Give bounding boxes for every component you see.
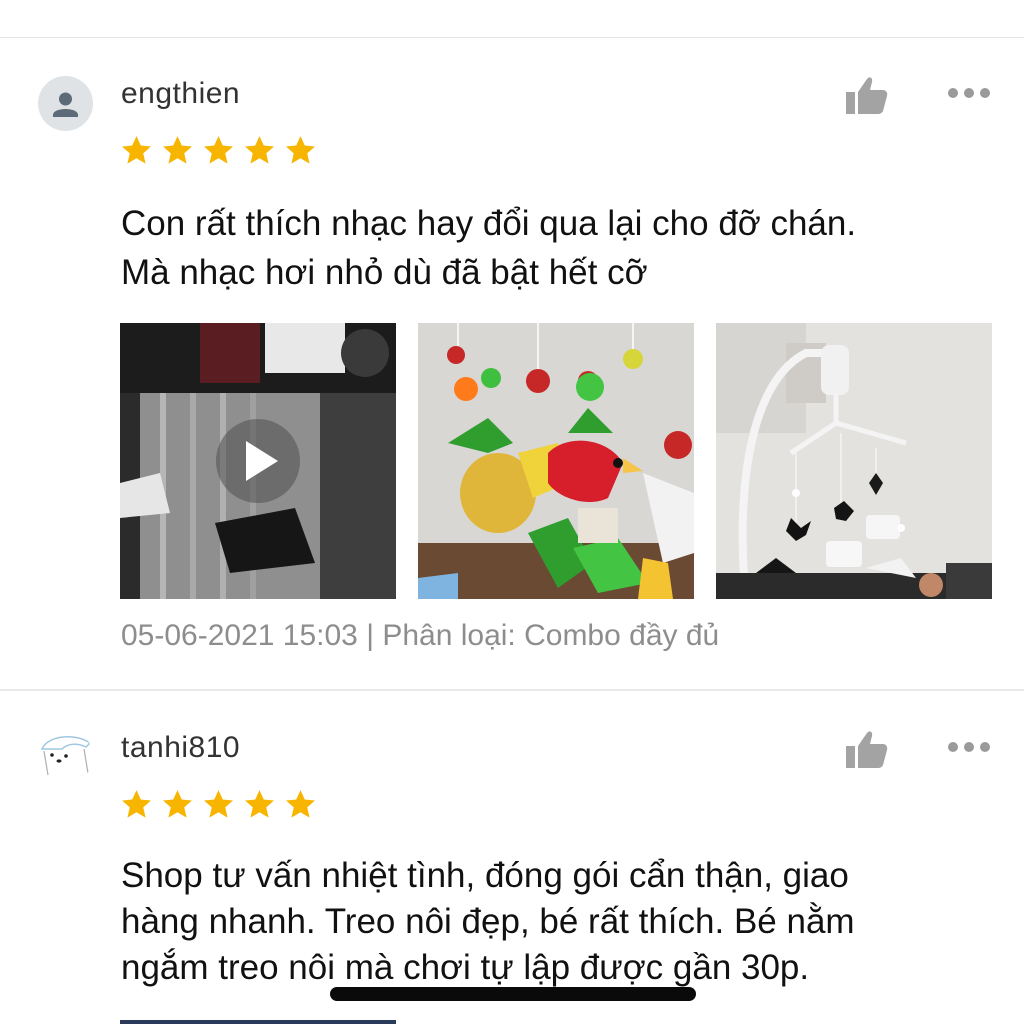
more-dots-icon [948,742,990,752]
review-image[interactable] [716,323,992,599]
home-indicator[interactable] [330,987,696,1001]
review-photo [716,323,992,599]
star-icon [286,790,315,818]
review-text: Shop tư vấn nhiệt tình, đóng gói cẩn thậ… [121,853,1001,991]
star-icon [163,136,192,164]
star-icon [245,790,274,818]
thumbs-up-icon [846,77,888,114]
review-text-line: Shop tư vấn nhiệt tình, đóng gói cẩn thậ… [121,856,849,895]
review-photo [418,323,694,599]
avatar[interactable] [38,729,93,784]
more-options-button[interactable] [944,737,994,757]
polar-bear-avatar-icon [40,736,92,776]
star-icon [122,136,151,164]
star-icon [286,136,315,164]
review-text-line: hàng nhanh. Treo nôi đẹp, bé rất thích. … [121,902,855,941]
user-icon [53,92,78,117]
rating-stars [120,134,317,167]
review-media-row [120,323,992,599]
review-username[interactable]: engthien [121,77,240,111]
review-meta: 05-06-2021 15:03 | Phân loại: Combo đầy … [121,619,720,652]
previous-section-edge [0,0,1024,38]
avatar[interactable] [38,76,93,131]
star-icon [122,790,151,818]
star-icon [245,136,274,164]
review-text-line: Con rất thích nhạc hay đổi qua lại cho đ… [121,204,857,243]
more-options-button[interactable] [944,83,994,103]
review-card: tanhi810 Shop tư vấn nhiệt tình, đóng gó… [0,693,1024,1024]
more-dots-icon [948,88,990,98]
review-text: Con rất thích nhạc hay đổi qua lại cho đ… [121,199,1001,297]
star-icon [163,790,192,818]
star-icon [204,136,233,164]
review-card: engthien Con rất thích nhạc hay đổi qua … [0,39,1024,691]
review-text-line: ngắm treo nôi mà chơi tự lập được gần 30… [121,948,810,987]
review-video-thumbnail[interactable] [120,323,396,599]
review-username[interactable]: tanhi810 [121,731,240,765]
like-button[interactable] [843,729,889,771]
play-icon[interactable] [120,323,396,599]
next-media-edge [120,1020,396,1024]
star-icon [204,790,233,818]
review-text-line: Mà nhạc hơi nhỏ dù đã bật hết cỡ [121,253,648,292]
rating-stars [120,788,317,821]
like-button[interactable] [843,75,889,117]
review-image[interactable] [418,323,694,599]
thumbs-up-icon [846,731,888,768]
